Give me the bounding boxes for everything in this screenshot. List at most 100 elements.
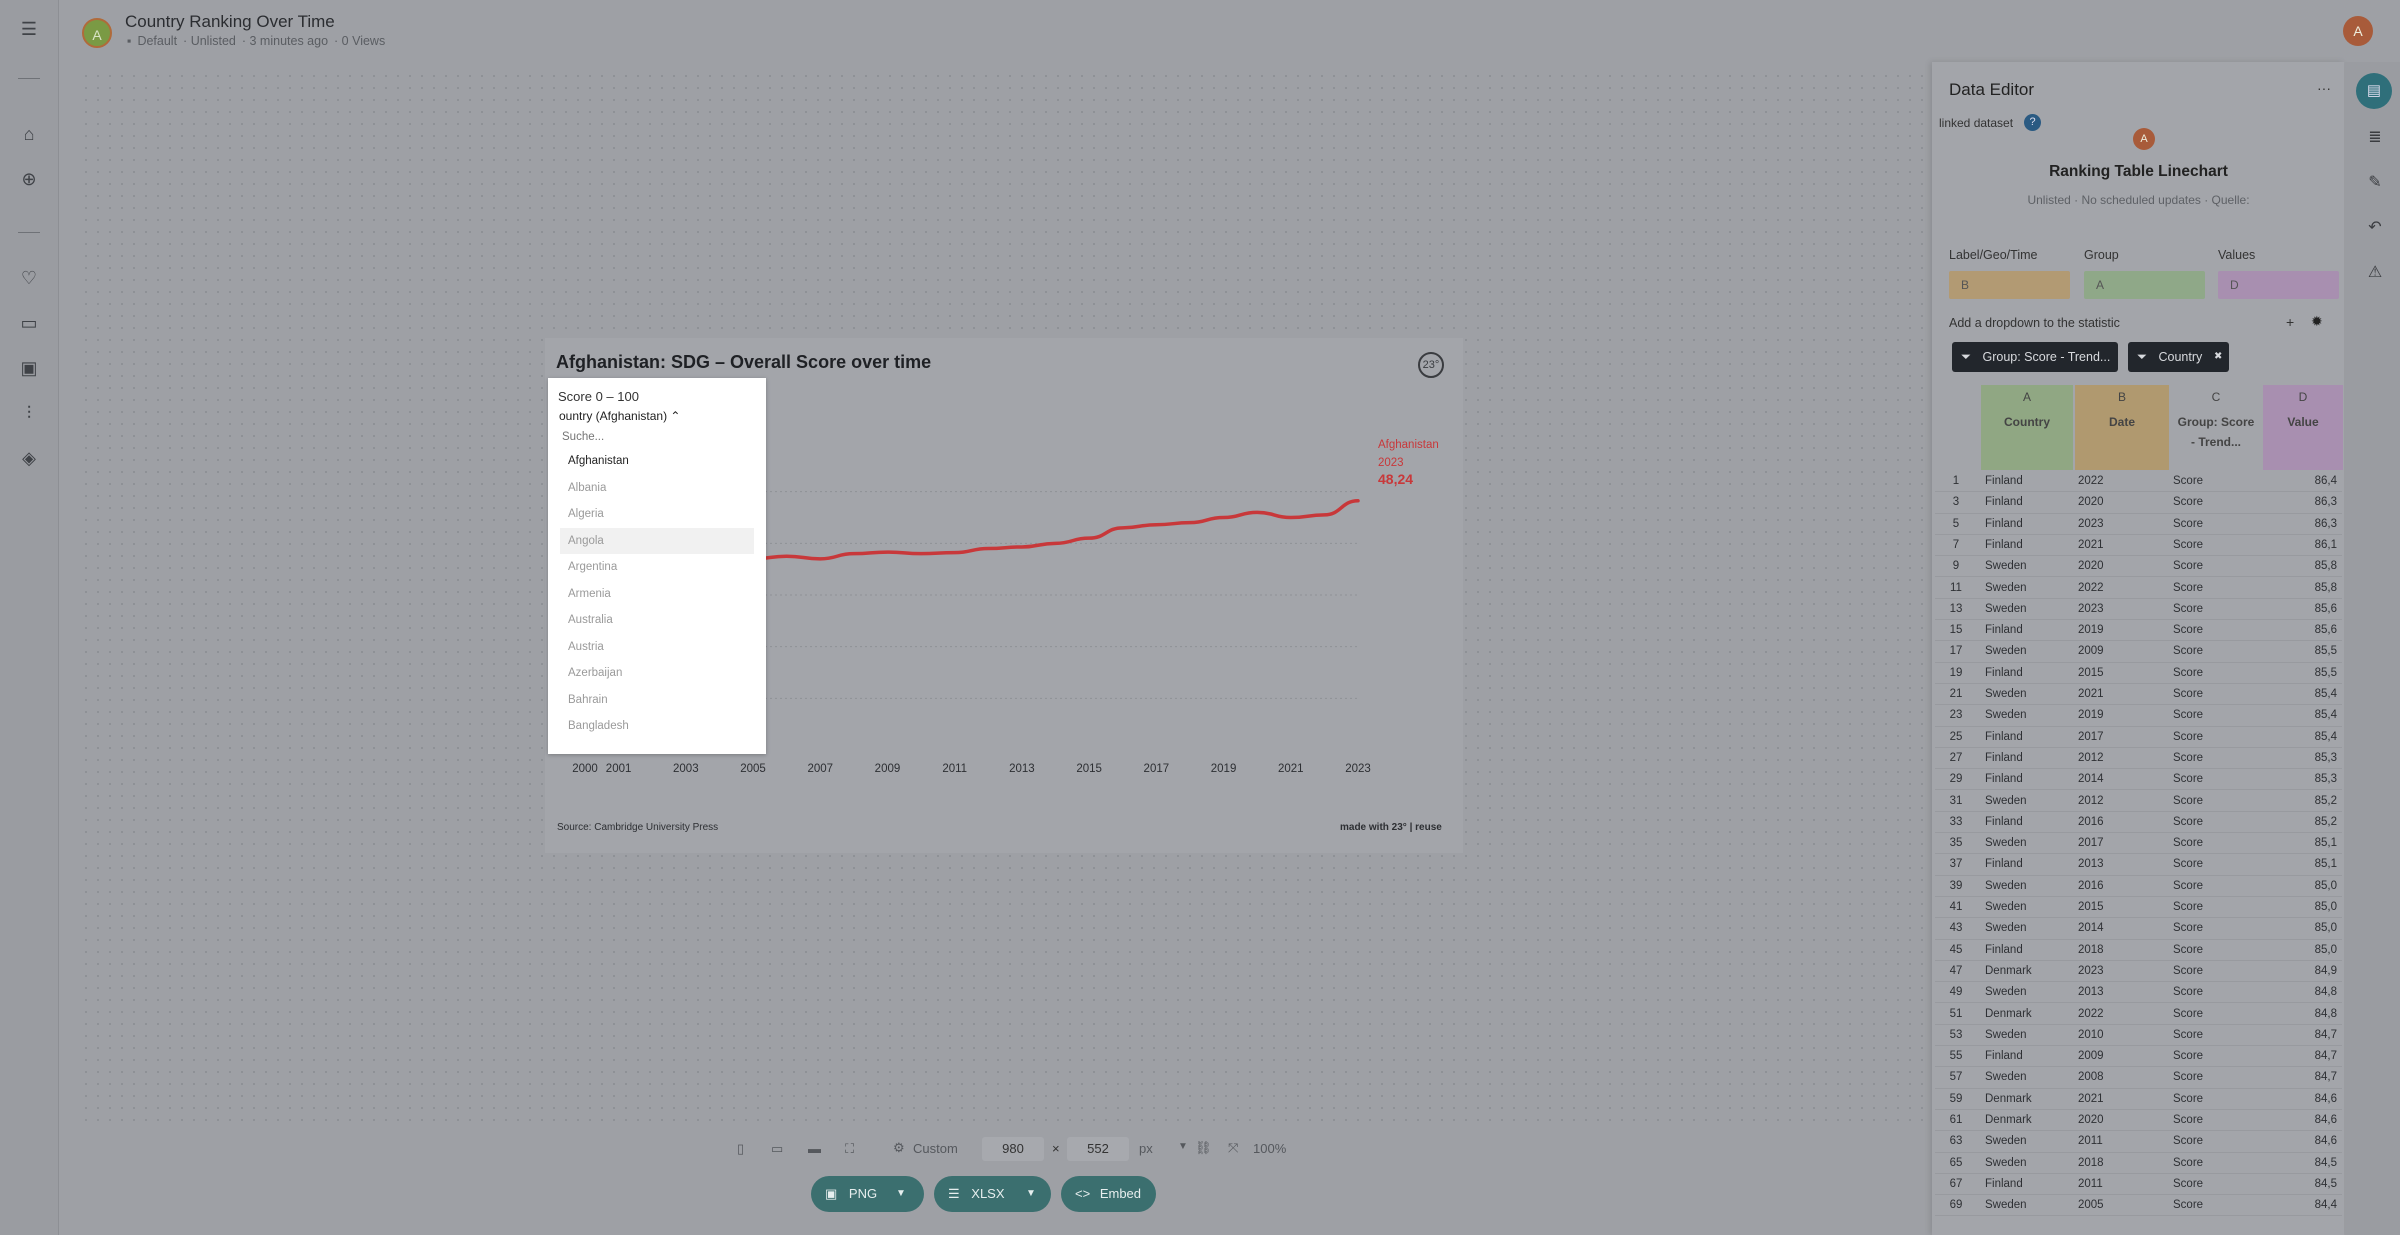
table-cell[interactable]: Sweden [1985, 795, 2060, 807]
table-cell[interactable]: 85,0 [2265, 901, 2337, 913]
table-cell[interactable]: 2013 [2078, 858, 2153, 870]
table-row[interactable]: 25 Finland 2017 Score 85,4 [1935, 727, 2342, 748]
table-cell[interactable]: 84,8 [2265, 1008, 2337, 1020]
mapping-field[interactable]: D [2218, 271, 2339, 299]
table-cell[interactable]: Score [2173, 539, 2253, 551]
table-cell[interactable]: 86,1 [2265, 539, 2337, 551]
table-cell[interactable]: 2008 [2078, 1071, 2153, 1083]
column-header[interactable]: A Country [1981, 385, 2073, 470]
table-cell[interactable]: Finland [1985, 1050, 2060, 1062]
table-cell[interactable]: Finland [1985, 496, 2060, 508]
table-cell[interactable]: 85,4 [2265, 731, 2337, 743]
table-row[interactable]: 41 Sweden 2015 Score 85,0 [1935, 897, 2342, 919]
table-cell[interactable]: 2022 [2078, 475, 2153, 487]
table-cell[interactable]: Score [2173, 965, 2253, 977]
table-row[interactable]: 21 Sweden 2021 Score 85,4 [1935, 684, 2342, 706]
table-cell[interactable]: 85,6 [2265, 624, 2337, 636]
country-option[interactable]: Bangladesh [560, 713, 754, 740]
table-cell[interactable]: Sweden [1985, 901, 2060, 913]
table-cell[interactable]: 2016 [2078, 880, 2153, 892]
table-cell[interactable]: 2014 [2078, 922, 2153, 934]
column-header[interactable]: B Date [2075, 385, 2169, 470]
layers-icon[interactable]: ◈ [19, 448, 39, 468]
table-cell[interactable]: Score [2173, 709, 2253, 721]
table-cell[interactable]: Finland [1985, 816, 2060, 828]
table-cell[interactable]: 84,6 [2265, 1135, 2337, 1147]
mapping-field[interactable]: B [1949, 271, 2070, 299]
table-cell[interactable]: 2009 [2078, 645, 2153, 657]
table-cell[interactable]: Score [2173, 901, 2253, 913]
table-row[interactable]: 19 Finland 2015 Score 85,5 [1935, 663, 2342, 684]
table-cell[interactable]: 86,4 [2265, 475, 2337, 487]
project-avatar[interactable]: A [82, 18, 112, 48]
table-row[interactable]: 7 Finland 2021 Score 86,1 [1935, 535, 2342, 557]
image-icon[interactable]: ▣ [19, 358, 39, 378]
table-cell[interactable]: Finland [1985, 752, 2060, 764]
table-row[interactable]: 49 Sweden 2013 Score 84,8 [1935, 982, 2342, 1004]
zoom-icon[interactable]: ⤧ [1228, 1140, 1238, 1156]
table-cell[interactable]: 2018 [2078, 944, 2153, 956]
heart-icon[interactable]: ♡ [19, 268, 39, 288]
table-cell[interactable]: Finland [1985, 1178, 2060, 1190]
filter-chip-group[interactable]: ⏷ Group: Score - Trend... [1952, 342, 2118, 372]
table-cell[interactable]: 2012 [2078, 752, 2153, 764]
link-icon[interactable]: ⛓ [1195, 1140, 1212, 1156]
table-cell[interactable]: 85,3 [2265, 752, 2337, 764]
download-xlsx-button[interactable]: ☰ XLSX ▼ [934, 1176, 1051, 1212]
table-cell[interactable]: 2021 [2078, 539, 2153, 551]
table-cell[interactable]: Sweden [1985, 880, 2060, 892]
table-cell[interactable]: 84,9 [2265, 965, 2337, 977]
table-row[interactable]: 31 Sweden 2012 Score 85,2 [1935, 791, 2342, 812]
table-cell[interactable]: Score [2173, 603, 2253, 615]
table-cell[interactable]: Score [2173, 1008, 2253, 1020]
table-cell[interactable]: 2023 [2078, 965, 2153, 977]
table-row[interactable]: 61 Denmark 2020 Score 84,6 [1935, 1110, 2342, 1132]
table-cell[interactable]: Score [2173, 1178, 2253, 1190]
table-row[interactable]: 17 Sweden 2009 Score 85,5 [1935, 641, 2342, 663]
mobile-size-icon[interactable]: ▯ [737, 1141, 744, 1157]
country-option[interactable]: Armenia [560, 581, 754, 608]
country-option[interactable]: Argentina [560, 554, 754, 581]
table-cell[interactable]: Score [2173, 880, 2253, 892]
width-input[interactable]: 980 [982, 1137, 1044, 1161]
table-cell[interactable]: 84,4 [2265, 1199, 2337, 1211]
database-icon[interactable]: ≣ [2364, 127, 2386, 149]
table-cell[interactable]: Score [2173, 731, 2253, 743]
table-cell[interactable]: 85,5 [2265, 645, 2337, 657]
zoom-level[interactable]: 100% [1253, 1141, 1286, 1156]
table-cell[interactable]: Score [2173, 1114, 2253, 1126]
close-icon[interactable]: ✖ [2214, 342, 2222, 372]
table-cell[interactable]: Finland [1985, 475, 2060, 487]
table-cell[interactable]: Score [2173, 1135, 2253, 1147]
table-cell[interactable]: Sweden [1985, 603, 2060, 615]
table-cell[interactable]: 85,8 [2265, 582, 2337, 594]
country-search-input[interactable] [560, 426, 757, 448]
table-cell[interactable]: Sweden [1985, 837, 2060, 849]
table-row[interactable]: 29 Finland 2014 Score 85,3 [1935, 769, 2342, 791]
table-cell[interactable]: 85,1 [2265, 858, 2337, 870]
table-cell[interactable]: 2020 [2078, 496, 2153, 508]
country-option[interactable]: Albania [560, 475, 754, 502]
table-cell[interactable]: Sweden [1985, 645, 2060, 657]
table-row[interactable]: 9 Sweden 2020 Score 85,8 [1935, 556, 2342, 578]
table-row[interactable]: 55 Finland 2009 Score 84,7 [1935, 1046, 2342, 1068]
table-cell[interactable]: Score [2173, 773, 2253, 785]
made-with-link[interactable]: made with 23° | reuse [1340, 822, 1442, 833]
home-icon[interactable]: ⌂ [19, 124, 39, 144]
table-cell[interactable]: 84,5 [2265, 1178, 2337, 1190]
table-cell[interactable]: Finland [1985, 667, 2060, 679]
table-cell[interactable]: Sweden [1985, 1071, 2060, 1083]
save-icon[interactable]: ▤ [2356, 73, 2392, 109]
table-cell[interactable]: 85,6 [2265, 603, 2337, 615]
table-cell[interactable]: 2014 [2078, 773, 2153, 785]
table-cell[interactable]: Sweden [1985, 922, 2060, 934]
menu-icon[interactable]: ☰ [19, 19, 39, 39]
table-cell[interactable]: Score [2173, 688, 2253, 700]
table-cell[interactable]: Finland [1985, 944, 2060, 956]
tablet-size-icon[interactable]: ▭ [771, 1141, 783, 1157]
table-cell[interactable]: 2021 [2078, 688, 2153, 700]
user-avatar[interactable]: A [2343, 16, 2373, 46]
chevron-down-icon[interactable]: ▼ [896, 1176, 906, 1212]
country-option[interactable]: Angola [560, 527, 754, 554]
table-cell[interactable]: 85,4 [2265, 688, 2337, 700]
